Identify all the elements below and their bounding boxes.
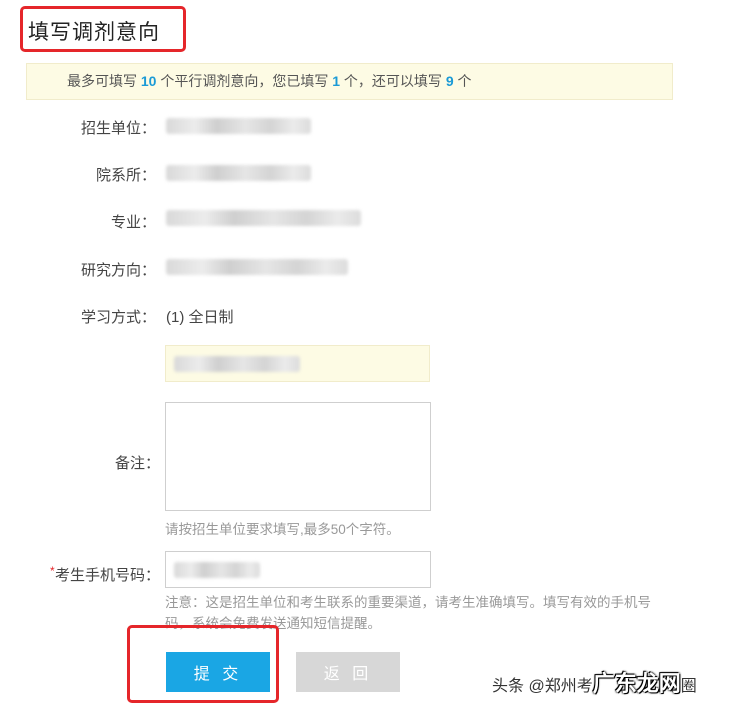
- watermark-suffix: 圈: [680, 678, 697, 695]
- major-label: 专业：: [110, 214, 156, 231]
- title-highlight-box: [20, 6, 186, 52]
- submit-highlight-box: [127, 625, 279, 703]
- phone-label: 考生手机号码：: [54, 567, 160, 584]
- school-label: 招生单位：: [80, 120, 156, 137]
- notice-filled-count: 1: [332, 73, 341, 89]
- notice-text-3: 个，还可以填写: [340, 73, 446, 89]
- notice-text-2: 个平行调剂意向，您已填写: [156, 73, 333, 89]
- notice-text-4: 个: [453, 73, 472, 89]
- direction-value-blurred: [166, 259, 348, 275]
- remark-label: 备注：: [114, 455, 160, 472]
- notice-remaining-count: 9: [445, 73, 454, 89]
- major-value-blurred: [166, 210, 361, 226]
- phone-input[interactable]: [165, 551, 431, 588]
- study-mode-value: (1) 全日制: [166, 309, 234, 326]
- notice-banner: 最多可填写 10 个平行调剂意向，您已填写 1 个，还可以填写 9 个: [26, 63, 673, 100]
- watermark-logo: 广东龙网: [592, 671, 681, 696]
- remark-hint: 请按招生单位要求填写,最多50个字符。: [165, 522, 400, 537]
- notice-text-1: 最多可填写: [67, 73, 141, 89]
- intention-value-blurred: [174, 356, 300, 372]
- remark-textarea[interactable]: [165, 402, 431, 511]
- watermark-prefix: 头条 @郑州考: [492, 678, 593, 695]
- school-value-blurred: [166, 118, 311, 134]
- back-button[interactable]: 返 回: [296, 652, 400, 692]
- phone-value-blurred: [174, 562, 260, 578]
- study-mode-label: 学习方式：: [80, 309, 156, 326]
- watermark: 头条 @郑州考广东龙网圈: [492, 666, 697, 698]
- direction-label: 研究方向：: [80, 262, 156, 279]
- department-value-blurred: [166, 165, 311, 181]
- department-label: 院系所：: [95, 167, 156, 184]
- intention-select[interactable]: [165, 345, 430, 382]
- notice-max-count: 10: [140, 73, 157, 89]
